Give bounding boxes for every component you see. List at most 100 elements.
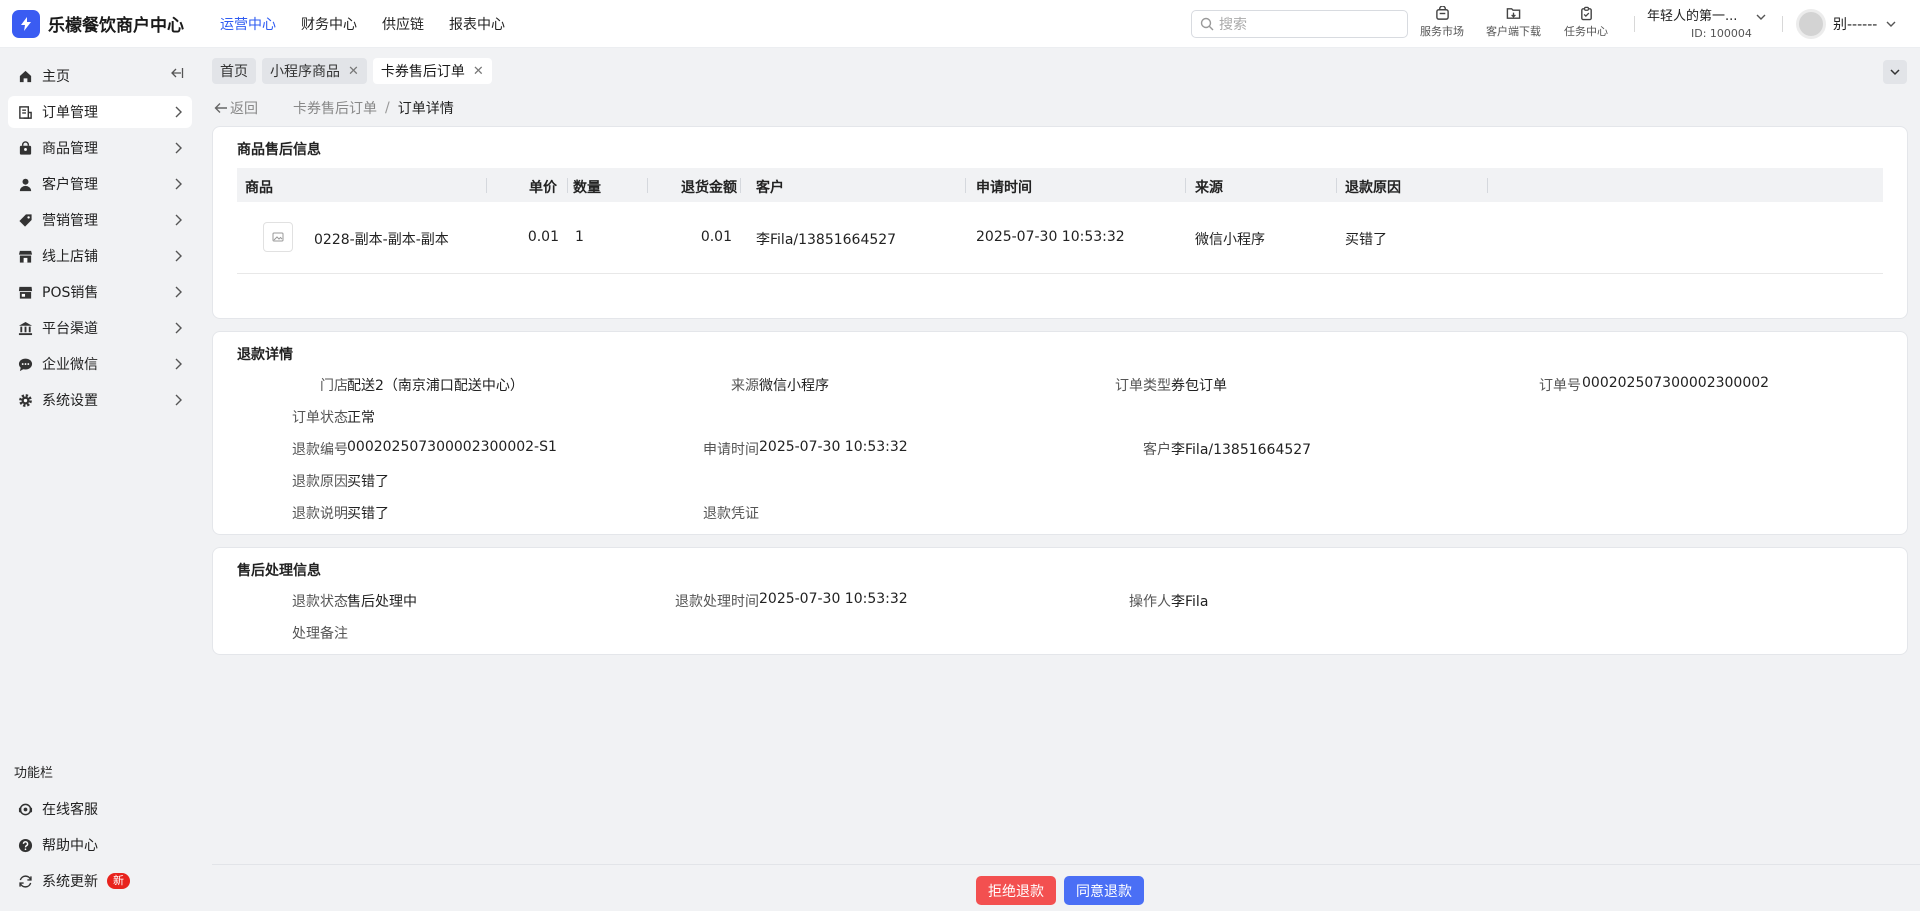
column-header: 退款原因	[1345, 180, 1401, 196]
refund-reason-value: 买错了	[347, 474, 389, 490]
breadcrumb-current: 订单详情	[397, 101, 454, 117]
product-image-placeholder	[263, 222, 293, 252]
topnav-supply-chain[interactable]: 供应链	[382, 14, 424, 34]
customer-value: 李Fila/13851664527	[1171, 442, 1312, 458]
topnav-operations[interactable]: 运营中心	[220, 14, 276, 34]
goods-aftersale-card: 商品售后信息 商品 单价 数量 退货金额 客户 申请时间 来源 退款原因 022…	[212, 126, 1908, 319]
user-icon	[17, 176, 33, 192]
top-nav: 运营中心 财务中心 供应链 报表中心	[220, 0, 530, 48]
customer-label: 客户	[1143, 442, 1171, 458]
sidebar-item-system-update[interactable]: 系统更新 新	[8, 865, 192, 897]
refund-no-label: 退款编号	[292, 442, 348, 458]
chevron-down-icon	[1886, 21, 1896, 27]
app-logo[interactable]: 乐檬餐饮商户中心	[0, 9, 200, 38]
logo-icon	[12, 9, 40, 38]
tab-mini-program-goods[interactable]: 小程序商品 ✕	[262, 58, 367, 84]
column-header: 退货金额	[681, 180, 737, 196]
tab-home[interactable]: 首页	[212, 58, 256, 84]
gear-icon	[17, 392, 33, 408]
client-download-button[interactable]: 客户端下载	[1486, 6, 1541, 39]
order-no-value[interactable]: 000202507300002300002	[1582, 375, 1769, 391]
tag-icon	[17, 212, 33, 228]
sidebar-item-label: POS销售	[42, 285, 99, 301]
sidebar-item-pos-sales[interactable]: POS销售	[8, 276, 192, 308]
sidebar-item-goods[interactable]: 商品管理	[8, 132, 192, 164]
sidebar-item-help-center[interactable]: 帮助中心	[8, 829, 192, 861]
table-header: 商品 单价 数量 退货金额 客户 申请时间 来源 退款原因	[237, 168, 1883, 202]
store-label: 门店	[320, 378, 348, 394]
service-market-button[interactable]: 服务市场	[1420, 6, 1464, 39]
user-menu[interactable]: 别------	[1796, 9, 1897, 39]
process-time-value: 2025-07-30 10:53:32	[759, 591, 908, 607]
divider	[1782, 16, 1783, 32]
account-name: 年轻人的第一...	[1647, 9, 1738, 24]
sidebar-item-label: 订单管理	[42, 105, 98, 121]
tab-label: 首页	[220, 64, 248, 80]
store-icon	[17, 248, 33, 264]
apply-time-label: 申请时间	[703, 442, 759, 458]
service-market-label: 服务市场	[1420, 25, 1464, 38]
pos-icon	[17, 284, 33, 300]
refresh-icon	[17, 873, 33, 889]
cell-source: 微信小程序	[1195, 232, 1265, 248]
source-label: 来源	[731, 378, 759, 394]
tabs-dropdown-button[interactable]	[1883, 60, 1907, 84]
column-divider	[1336, 178, 1337, 193]
chevron-down-icon	[1890, 69, 1900, 76]
tab-label: 卡券售后订单	[380, 64, 465, 80]
chevron-right-icon	[175, 178, 182, 190]
divider	[284, 101, 285, 115]
breadcrumb-parent[interactable]: 卡券售后订单	[293, 98, 377, 118]
topnav-reports[interactable]: 报表中心	[449, 14, 505, 34]
column-header: 单价	[529, 180, 557, 196]
sidebar-item-platform-channels[interactable]: 平台渠道	[8, 312, 192, 344]
clipboard-icon	[1580, 6, 1592, 21]
home-icon	[17, 68, 33, 84]
top-bar: 乐檬餐饮商户中心 运营中心 财务中心 供应链 报表中心 搜索 服务市场 客户端下…	[0, 0, 1920, 48]
tab-coupon-aftersale-orders[interactable]: 卡券售后订单 ✕	[372, 58, 492, 84]
cell-apply-time: 2025-07-30 10:53:32	[976, 229, 1125, 245]
reject-refund-button[interactable]: 拒绝退款	[976, 876, 1056, 905]
cell-customer: 李Fila/13851664527	[756, 232, 897, 248]
topnav-finance[interactable]: 财务中心	[301, 14, 357, 34]
order-type-value: 券包订单	[1171, 378, 1227, 394]
sidebar-item-label: 企业微信	[42, 357, 98, 373]
sidebar-item-label: 帮助中心	[42, 838, 98, 854]
column-header: 申请时间	[976, 180, 1032, 196]
chevron-right-icon	[175, 394, 182, 406]
page-tabs: 首页 小程序商品 ✕ 卡券售后订单 ✕	[212, 58, 498, 84]
function-bar-title: 功能栏	[14, 766, 54, 781]
order-status-label: 订单状态	[292, 410, 348, 426]
sidebar-item-customers[interactable]: 客户管理	[8, 168, 192, 200]
column-divider	[647, 178, 648, 193]
sidebar-item-marketing[interactable]: 营销管理	[8, 204, 192, 236]
cell-price: 0.01	[527, 229, 559, 245]
chevron-right-icon	[175, 358, 182, 370]
sidebar-item-home[interactable]: 主页	[8, 60, 192, 92]
order-no-label: 订单号	[1539, 378, 1581, 394]
sidebar-item-online-support[interactable]: 在线客服	[8, 793, 192, 825]
user-name: 别------	[1833, 17, 1878, 33]
sidebar-item-settings[interactable]: 系统设置	[8, 384, 192, 416]
back-button[interactable]: 返回	[214, 98, 258, 118]
agree-refund-button[interactable]: 同意退款	[1064, 876, 1144, 905]
cell-reason: 买错了	[1345, 232, 1387, 248]
refund-status-label: 退款状态	[292, 594, 348, 610]
support-icon	[17, 801, 33, 817]
refund-desc-value: 买错了	[347, 506, 389, 522]
close-icon[interactable]: ✕	[473, 64, 484, 79]
sidebar-item-orders[interactable]: 订单管理	[8, 96, 192, 128]
task-center-button[interactable]: 任务中心	[1564, 6, 1608, 39]
cell-amount: 0.01	[700, 229, 732, 245]
close-icon[interactable]: ✕	[348, 64, 359, 79]
help-icon	[17, 837, 33, 853]
tab-label: 小程序商品	[270, 64, 340, 80]
sidebar-item-online-store[interactable]: 线上店铺	[8, 240, 192, 272]
collapse-sidebar-icon[interactable]	[170, 66, 184, 80]
sidebar-item-wecom[interactable]: 企业微信	[8, 348, 192, 380]
search-input[interactable]: 搜索	[1191, 10, 1408, 38]
refund-desc-label: 退款说明	[292, 506, 348, 522]
chevron-right-icon	[175, 214, 182, 226]
account-switcher[interactable]: 年轻人的第一... ID: 100004	[1647, 5, 1766, 40]
chevron-right-icon	[175, 286, 182, 298]
